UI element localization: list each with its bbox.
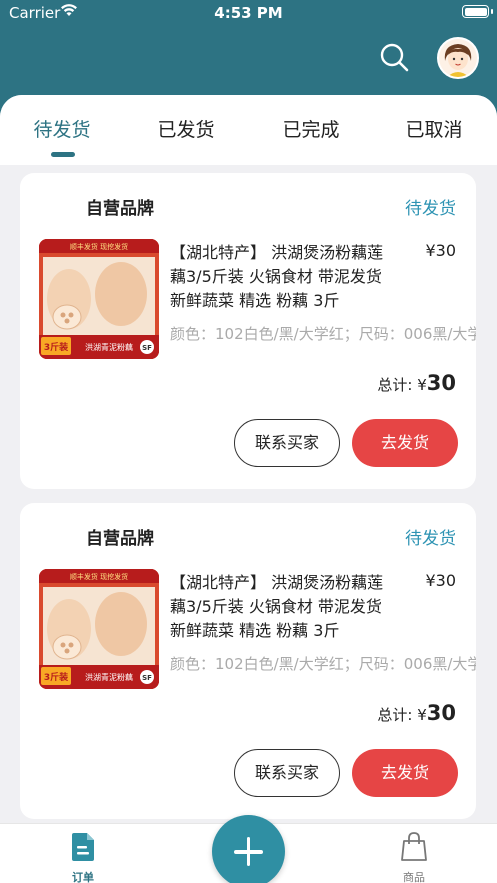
product-spec: 颜色：102白色/黑/大学红；尺码：006黑/大学 [170,325,476,343]
product-image[interactable]: 顺丰发货 现挖发货 3斤装 洪湖青泥粉藕 SF [39,239,159,359]
total-label: 总计: ¥ [377,706,427,724]
order-tabs: 待发货 已发货 已完成 已取消 [0,95,497,165]
order-card: 自营品牌 待发货 顺丰发货 现挖发货 3斤装 洪湖青泥粉藕 SF 【湖北特产】 … [20,503,476,819]
ship-button[interactable]: 去发货 [352,749,458,797]
image-logo: SF [142,674,152,682]
order-status: 待发货 [405,529,456,549]
clock: 4:53 PM [214,4,283,22]
order-total: 总计: ¥30 [377,371,456,395]
orders-panel: 待发货 已发货 已完成 已取消 自营品牌 待发货 顺丰发货 现挖发货 3斤装 洪… [0,95,497,823]
order-card: 自营品牌 待发货 顺丰发货 现挖发货 3斤装 洪湖青泥粉藕 SF 【湖北特产】 … [20,173,476,489]
product-spec: 颜色：102白色/黑/大学红；尺码：006黑/大学 [170,655,476,673]
image-bottom-text: 洪湖青泥粉藕 [85,672,133,682]
active-tab-indicator [51,152,75,157]
product-price: ¥30 [425,241,456,260]
search-icon[interactable] [378,41,410,73]
nav-goods-label: 商品 [403,871,425,883]
image-bottom-text: 洪湖青泥粉藕 [85,342,133,352]
product-title[interactable]: 【湖北特产】 洪湖煲汤粉藕莲藕3/5斤装 火锅食材 带泥发货 新鲜蔬菜 精选 粉… [170,571,392,643]
tab-shipped[interactable]: 已发货 [136,115,236,142]
status-bar: Carrier 4:53 PM [0,0,497,26]
shop-name: 自营品牌 [86,529,154,549]
nav-orders-label: 订单 [72,871,94,883]
image-badge: 3斤装 [44,341,69,353]
image-top-text: 顺丰发货 现挖发货 [70,572,128,581]
total-label: 总计: ¥ [377,376,427,394]
image-badge: 3斤装 [44,671,69,683]
tab-pending-shipment[interactable]: 待发货 [12,115,112,142]
image-top-text: 顺丰发货 现挖发货 [70,242,128,251]
nav-goods[interactable]: 商品 [384,832,444,883]
total-amount: 30 [426,701,456,725]
shopping-bag-icon [401,832,427,861]
add-button[interactable] [212,815,285,883]
battery-icon [462,5,493,18]
order-status: 待发货 [405,199,456,219]
tab-completed[interactable]: 已完成 [261,115,361,142]
contact-buyer-button[interactable]: 联系买家 [234,749,340,797]
document-icon [72,833,94,861]
total-amount: 30 [426,371,456,395]
product-image[interactable]: 顺丰发货 现挖发货 3斤装 洪湖青泥粉藕 SF [39,569,159,689]
contact-buyer-button[interactable]: 联系买家 [234,419,340,467]
product-price: ¥30 [425,571,456,590]
image-logo: SF [142,344,152,352]
avatar-icon[interactable] [437,37,479,79]
order-total: 总计: ¥30 [377,701,456,725]
tab-cancelled[interactable]: 已取消 [384,115,484,142]
nav-orders[interactable]: 订单 [53,832,113,883]
shop-name: 自营品牌 [86,199,154,219]
ship-button[interactable]: 去发货 [352,419,458,467]
product-title[interactable]: 【湖北特产】 洪湖煲汤粉藕莲藕3/5斤装 火锅食材 带泥发货 新鲜蔬菜 精选 粉… [170,241,392,313]
